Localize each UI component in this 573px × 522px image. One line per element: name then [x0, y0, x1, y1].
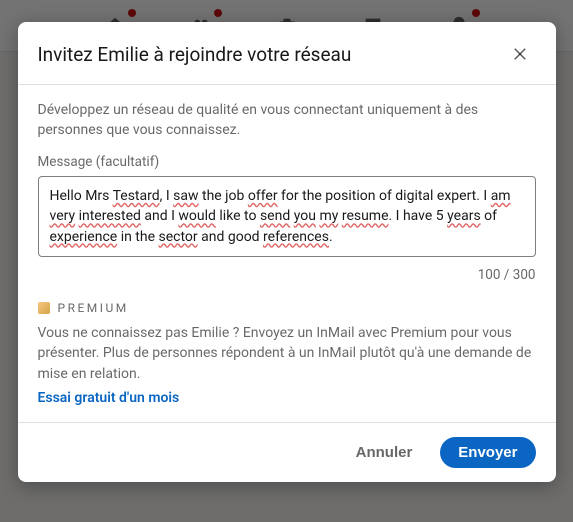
premium-label: PREMIUM [58, 301, 129, 315]
char-counter: 100 / 300 [38, 267, 536, 283]
message-label: Message (facultatif) [38, 154, 536, 170]
modal-body: Développez un réseau de qualité en vous … [18, 85, 556, 422]
char-count-current: 100 [478, 267, 501, 283]
char-count-max: 300 [513, 267, 536, 283]
premium-icon [38, 302, 50, 314]
close-icon [511, 45, 529, 63]
send-button[interactable]: Envoyer [440, 437, 535, 468]
modal-header: Invitez Emilie à rejoindre votre réseau [18, 22, 556, 85]
message-textarea[interactable]: Hello Mrs Testard, I saw the job offer f… [38, 176, 536, 257]
premium-trial-link[interactable]: Essai gratuit d'un mois [38, 390, 180, 406]
close-button[interactable] [504, 38, 536, 70]
modal-footer: Annuler Envoyer [18, 422, 556, 482]
cancel-button[interactable]: Annuler [338, 437, 431, 468]
modal-title: Invitez Emilie à rejoindre votre réseau [38, 43, 352, 66]
intro-text: Développez un réseau de qualité en vous … [38, 101, 536, 140]
premium-header: PREMIUM [38, 301, 536, 315]
modal-overlay: Invitez Emilie à rejoindre votre réseau … [0, 0, 573, 522]
invite-modal: Invitez Emilie à rejoindre votre réseau … [18, 22, 556, 482]
premium-description: Vous ne connaissez pas Emilie ? Envoyez … [38, 323, 536, 384]
